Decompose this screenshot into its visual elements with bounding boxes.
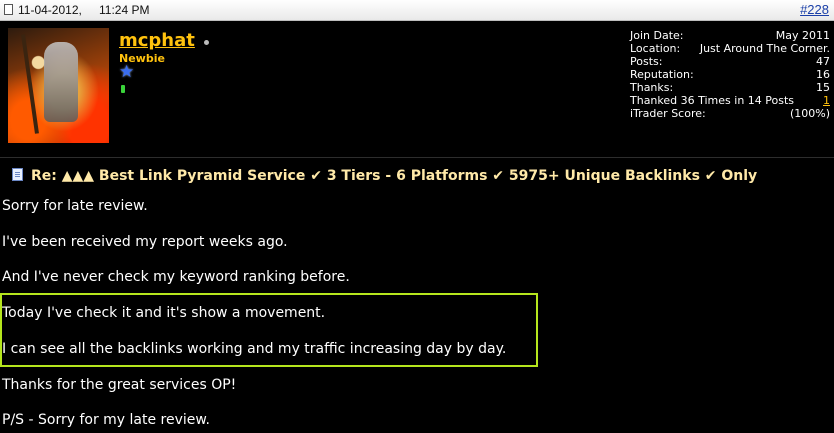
stat-value: May 2011 [775, 29, 830, 42]
offline-status-icon [204, 40, 209, 45]
post-divider [0, 157, 834, 158]
post-time: 11:24 PM [99, 3, 150, 17]
highlight-annotation-box [0, 293, 538, 367]
stat-value: 15 [816, 81, 830, 94]
stat-join-date: Join Date: May 2011 [630, 29, 830, 42]
stat-itrader: iTrader Score: (100%) [630, 107, 830, 120]
post-header-bar: 11-04-2012, 11:24 PM #228 [0, 0, 834, 21]
avatar-staff-graphic [21, 34, 39, 134]
stat-reputation: Reputation: 16 [630, 68, 830, 81]
rank-star-icon: ★ [119, 62, 135, 82]
stat-posts: Posts: 47 [630, 55, 830, 68]
post-number-link[interactable]: #228 [800, 2, 829, 17]
avatar-wizard-graphic [44, 42, 78, 122]
stat-label: Thanked 36 Times in 14 Posts [630, 94, 795, 107]
post-body-line: And I've never check my keyword ranking … [2, 269, 350, 285]
username-link[interactable]: mcphat [119, 30, 195, 51]
thanked-posts-link[interactable]: 1 [823, 94, 830, 107]
post-body-line: Thanks for the great services OP! [2, 377, 237, 393]
post-body-line: Sorry for late review. [2, 198, 148, 214]
stat-label: iTrader Score: [630, 107, 706, 120]
stat-label: Thanks: [630, 81, 674, 94]
stat-thanked: Thanked 36 Times in 14 Posts 1 [630, 94, 830, 107]
stat-location: Location: Just Around The Corner. [630, 42, 830, 55]
post-page-icon [4, 4, 13, 15]
stat-label: Location: [630, 42, 681, 55]
post-date: 11-04-2012, [18, 3, 82, 17]
reputation-bar-icon [121, 85, 125, 93]
post-title: Re: ▲▲▲ Best Link Pyramid Service ✔ 3 Ti… [31, 168, 758, 184]
stat-value: Just Around The Corner. [699, 42, 830, 55]
stat-value: 47 [816, 55, 830, 68]
user-stats: Join Date: May 2011 Location: Just Aroun… [630, 29, 830, 120]
post-body-line: P/S - Sorry for my late review. [2, 412, 211, 428]
user-avatar[interactable] [8, 28, 109, 143]
stat-thanks: Thanks: 15 [630, 81, 830, 94]
stat-label: Reputation: [630, 68, 694, 81]
post-title-page-icon [12, 168, 23, 181]
stat-label: Posts: [630, 55, 663, 68]
stat-value: (100%) [789, 107, 830, 120]
stat-label: Join Date: [630, 29, 684, 42]
post-body-line: I've been received my report weeks ago. [2, 234, 288, 250]
stat-value: 16 [816, 68, 830, 81]
